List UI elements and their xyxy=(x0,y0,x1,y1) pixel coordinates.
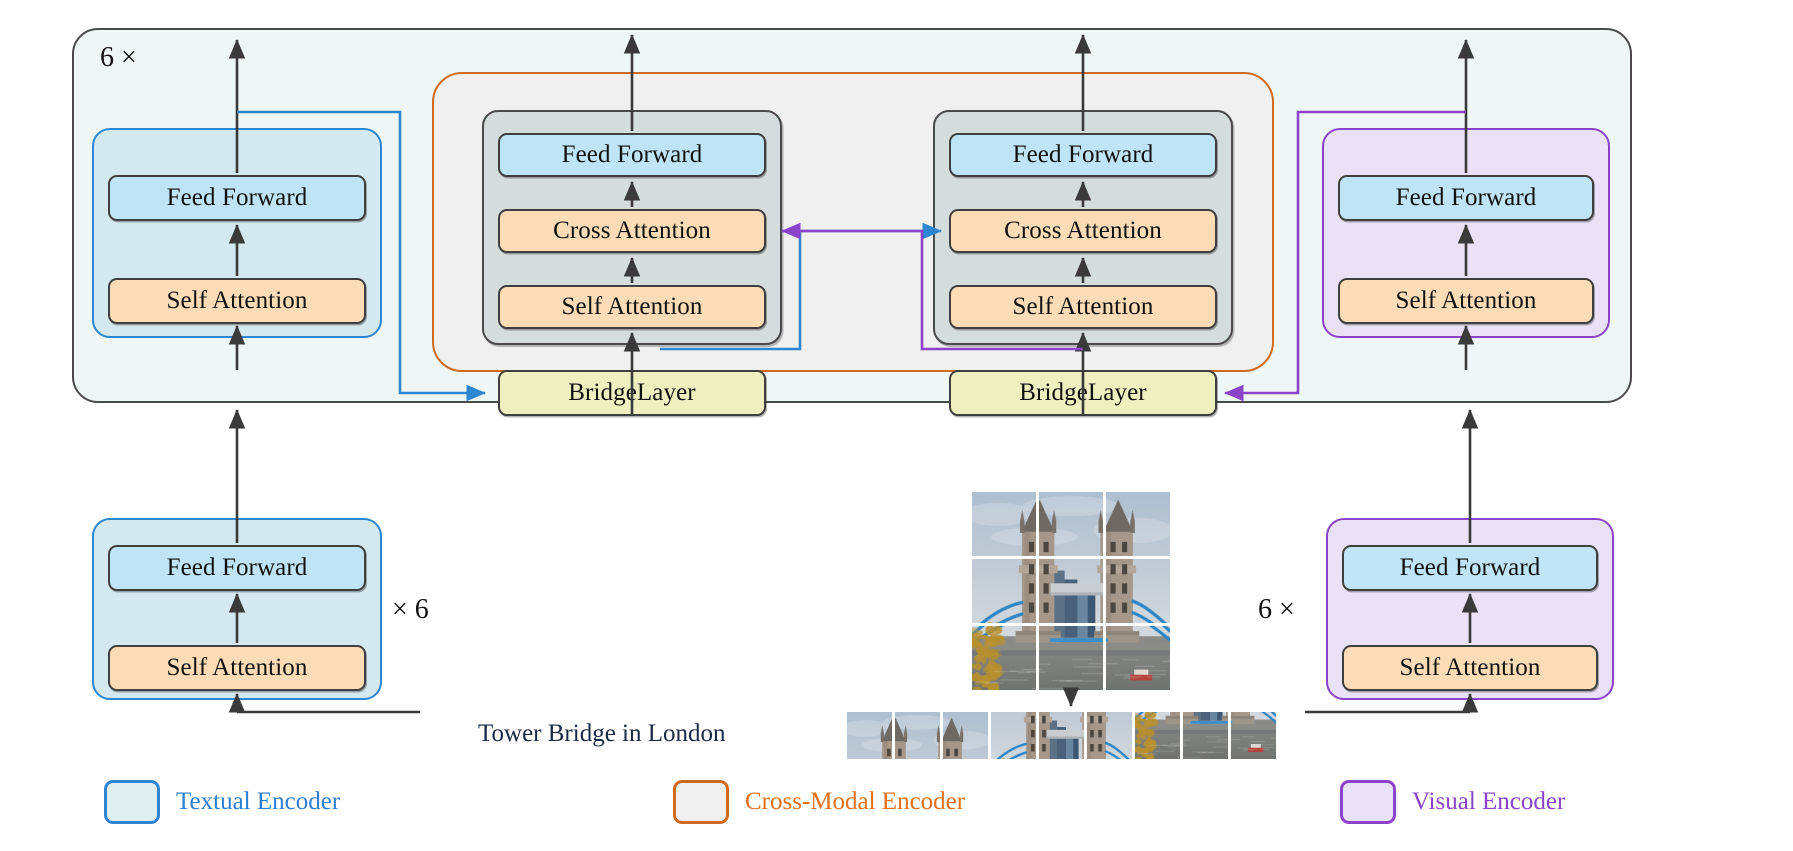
legend-label-textual: Textual Encoder xyxy=(176,788,340,816)
visual-bottom-repeat-label: 6 × xyxy=(1258,594,1295,626)
visual-bottom-self-attention: Self Attention xyxy=(1342,645,1598,691)
sequence-patch xyxy=(991,712,1036,759)
sequence-patch xyxy=(1135,712,1180,759)
text-input-caption: Tower Bridge in London xyxy=(478,720,726,748)
visual-top-self-attention: Self Attention xyxy=(1338,278,1594,324)
legend-swatch-textual xyxy=(104,780,160,824)
visual-bottom-feed-forward: Feed Forward xyxy=(1342,545,1598,591)
image-patch-sequence xyxy=(847,712,1276,759)
textual-bottom-feed-forward: Feed Forward xyxy=(108,545,366,591)
image-patch xyxy=(1039,626,1103,690)
image-patch xyxy=(1106,626,1170,690)
visual-top-feed-forward: Feed Forward xyxy=(1338,175,1594,221)
cm-text-self-attention: Self Attention xyxy=(498,285,766,329)
image-patch xyxy=(1106,559,1170,623)
cm-vision-bridge-layer: BridgeLayer xyxy=(949,370,1217,416)
textual-top-feed-forward: Feed Forward xyxy=(108,175,366,221)
cm-vision-self-attention: Self Attention xyxy=(949,285,1217,329)
cm-text-bridge-layer: BridgeLayer xyxy=(498,370,766,416)
image-patch xyxy=(972,492,1036,556)
cm-vision-feed-forward: Feed Forward xyxy=(949,133,1217,177)
legend-swatch-visual xyxy=(1340,780,1396,824)
sequence-patch xyxy=(943,712,988,759)
sequence-patch xyxy=(1087,712,1132,759)
legend-label-cross-modal: Cross-Modal Encoder xyxy=(745,788,965,816)
diagram-canvas: 6 × Feed Forward Self Attention Feed For… xyxy=(0,0,1793,851)
sequence-patch xyxy=(895,712,940,759)
sequence-patch xyxy=(1231,712,1276,759)
image-patch-grid xyxy=(972,492,1170,690)
image-patch xyxy=(1039,559,1103,623)
legend-swatch-cross-modal xyxy=(673,780,729,824)
sequence-patch xyxy=(1039,712,1084,759)
legend-textual-encoder: Textual Encoder xyxy=(104,780,340,824)
textual-top-self-attention: Self Attention xyxy=(108,278,366,324)
image-patch xyxy=(1106,492,1170,556)
cm-text-cross-attention: Cross Attention xyxy=(498,209,766,253)
textual-bottom-self-attention: Self Attention xyxy=(108,645,366,691)
image-patch xyxy=(1039,492,1103,556)
textual-bottom-repeat-label: × 6 xyxy=(392,594,429,626)
image-patch xyxy=(972,626,1036,690)
legend-label-visual: Visual Encoder xyxy=(1412,788,1565,816)
cm-vision-cross-attention: Cross Attention xyxy=(949,209,1217,253)
cm-text-feed-forward: Feed Forward xyxy=(498,133,766,177)
outer-repeat-label: 6 × xyxy=(100,42,137,74)
legend-visual-encoder: Visual Encoder xyxy=(1340,780,1565,824)
image-patch xyxy=(972,559,1036,623)
sequence-patch xyxy=(1183,712,1228,759)
sequence-patch xyxy=(847,712,892,759)
legend-cross-modal-encoder: Cross-Modal Encoder xyxy=(673,780,965,824)
